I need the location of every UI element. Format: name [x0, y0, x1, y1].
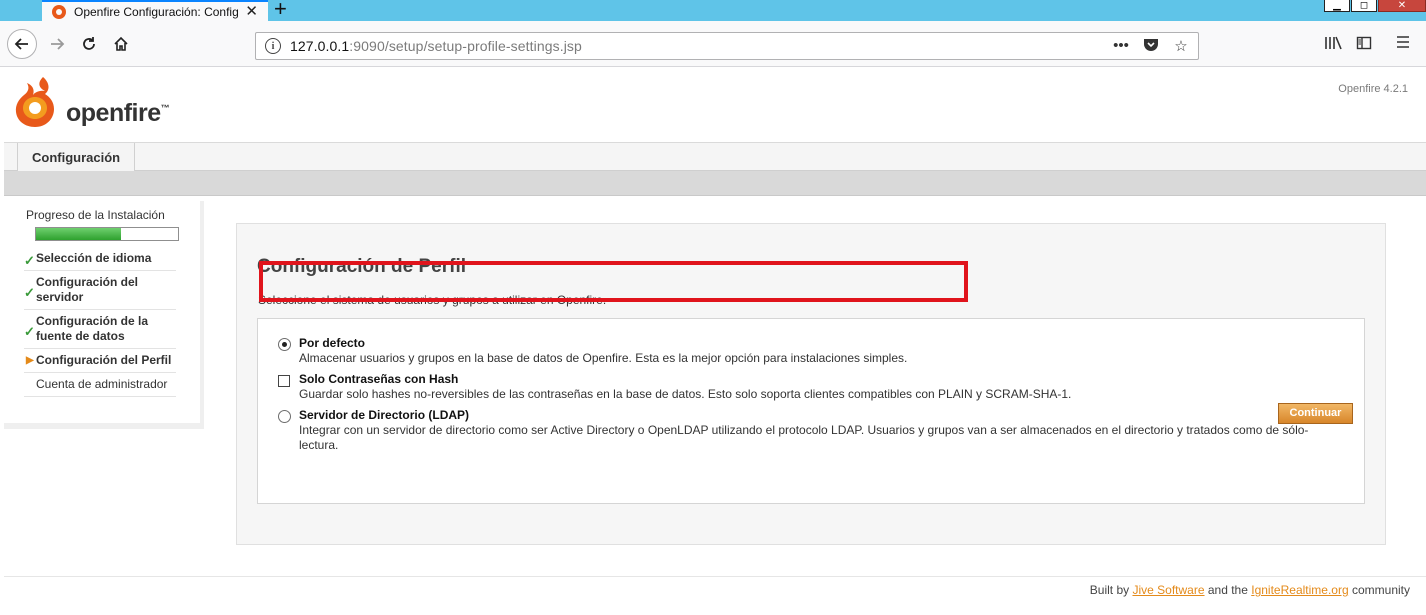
- openfire-flame-icon: [15, 77, 55, 127]
- install-progress-fill: [36, 228, 122, 240]
- site-info-icon[interactable]: i: [265, 38, 281, 54]
- page-description: Seleccione el sistema de usuarios y grup…: [258, 293, 607, 307]
- option-default-description: Almacenar usuarios y grupos en la base d…: [299, 351, 908, 365]
- library-icon[interactable]: [1324, 35, 1342, 55]
- option-hashed-description: Guardar solo hashes no-reversibles de la…: [299, 387, 1072, 401]
- pocket-icon[interactable]: [1142, 37, 1160, 55]
- version-label: Openfire 4.2.1: [1338, 83, 1408, 95]
- progress-label: Progreso de la Instalación: [26, 208, 165, 222]
- option-default-title: Por defecto: [299, 336, 366, 350]
- tab-title: Openfire Configuración: Config: [74, 4, 239, 19]
- option-hashed-title: Solo Contraseñas con Hash: [299, 372, 459, 386]
- igniterealtime-link[interactable]: IgniteRealtime.org: [1251, 583, 1348, 597]
- reload-icon[interactable]: [74, 29, 104, 59]
- tab-configuracion[interactable]: Configuración: [17, 143, 136, 171]
- logo-wordmark: openfire™: [66, 99, 170, 127]
- browser-titlebar: Openfire Configuración: Config ✕ + ▁ ◻ ✕: [0, 0, 1426, 21]
- sub-menu-bar: [4, 171, 1426, 196]
- install-progress-bar: [35, 227, 179, 241]
- page-actions-icon[interactable]: •••: [1112, 37, 1130, 55]
- bookmark-star-icon[interactable]: ☆: [1172, 37, 1190, 55]
- checkmark-icon: ✓: [24, 285, 35, 300]
- step-profile: ▶ Configuración del Perfil: [24, 349, 176, 373]
- back-arrow-icon[interactable]: [7, 29, 37, 59]
- step-language: ✓ Selección de idioma: [24, 247, 176, 271]
- address-bar[interactable]: i 127.0.0.1:9090/setup/setup-profile-set…: [255, 32, 1199, 60]
- minimize-window-button[interactable]: ▁: [1324, 0, 1350, 12]
- openfire-favicon-icon: [52, 4, 66, 19]
- step-admin-account: Cuenta de administrador: [24, 373, 176, 397]
- browser-navbar: i 127.0.0.1:9090/setup/setup-profile-set…: [0, 21, 1426, 67]
- hamburger-menu-icon[interactable]: [1396, 35, 1410, 53]
- home-icon[interactable]: [106, 29, 136, 59]
- main-menu-bar: Configuración: [4, 142, 1426, 171]
- radio-ldap[interactable]: [278, 410, 291, 423]
- page: openfire™ Openfire 4.2.1 Configuración P…: [0, 67, 1426, 615]
- step-datasource: ✓ Configuración de la fuente de datos: [24, 310, 176, 349]
- url-host: 127.0.0.1: [290, 38, 350, 54]
- footer: Built by Jive Software and the IgniteRea…: [1089, 583, 1410, 597]
- profile-options-box: Por defecto Almacenar usuarios y grupos …: [257, 318, 1365, 504]
- footer-divider: [4, 576, 1426, 577]
- checkmark-icon: ✓: [24, 324, 35, 339]
- tab-close-icon[interactable]: ✕: [245, 3, 258, 21]
- url-path: :9090/setup/setup-profile-settings.jsp: [349, 38, 582, 54]
- setup-sidebar: Progreso de la Instalación ✓ Selección d…: [4, 201, 204, 429]
- option-ldap-description: Integrar con un servidor de directorio c…: [299, 423, 1309, 452]
- jive-software-link[interactable]: Jive Software: [1132, 583, 1204, 597]
- radio-default[interactable]: [278, 338, 291, 351]
- sidebar-toggle-icon[interactable]: [1356, 35, 1372, 55]
- openfire-logo: openfire™: [13, 75, 183, 131]
- new-tab-icon[interactable]: +: [274, 0, 287, 20]
- forward-arrow-icon[interactable]: [42, 29, 72, 59]
- step-server: ✓ Configuración del servidor: [24, 271, 176, 310]
- continue-button[interactable]: Continuar: [1278, 403, 1353, 424]
- checkmark-icon: ✓: [24, 253, 35, 268]
- close-window-button[interactable]: ✕: [1378, 0, 1426, 12]
- current-step-arrow-icon: ▶: [26, 355, 34, 366]
- maximize-window-button[interactable]: ◻: [1351, 0, 1377, 12]
- url-text[interactable]: 127.0.0.1:9090/setup/setup-profile-setti…: [290, 38, 582, 54]
- checkbox-hashed-passwords[interactable]: [278, 375, 290, 387]
- page-title: Configuración de Perfil: [257, 256, 467, 277]
- browser-tab[interactable]: Openfire Configuración: Config ✕: [42, 0, 268, 21]
- profile-settings-panel: Configuración de Perfil Seleccione el si…: [236, 223, 1386, 545]
- option-ldap-title: Servidor de Directorio (LDAP): [299, 408, 470, 422]
- setup-steps-list: ✓ Selección de idioma ✓ Configuración de…: [24, 247, 176, 397]
